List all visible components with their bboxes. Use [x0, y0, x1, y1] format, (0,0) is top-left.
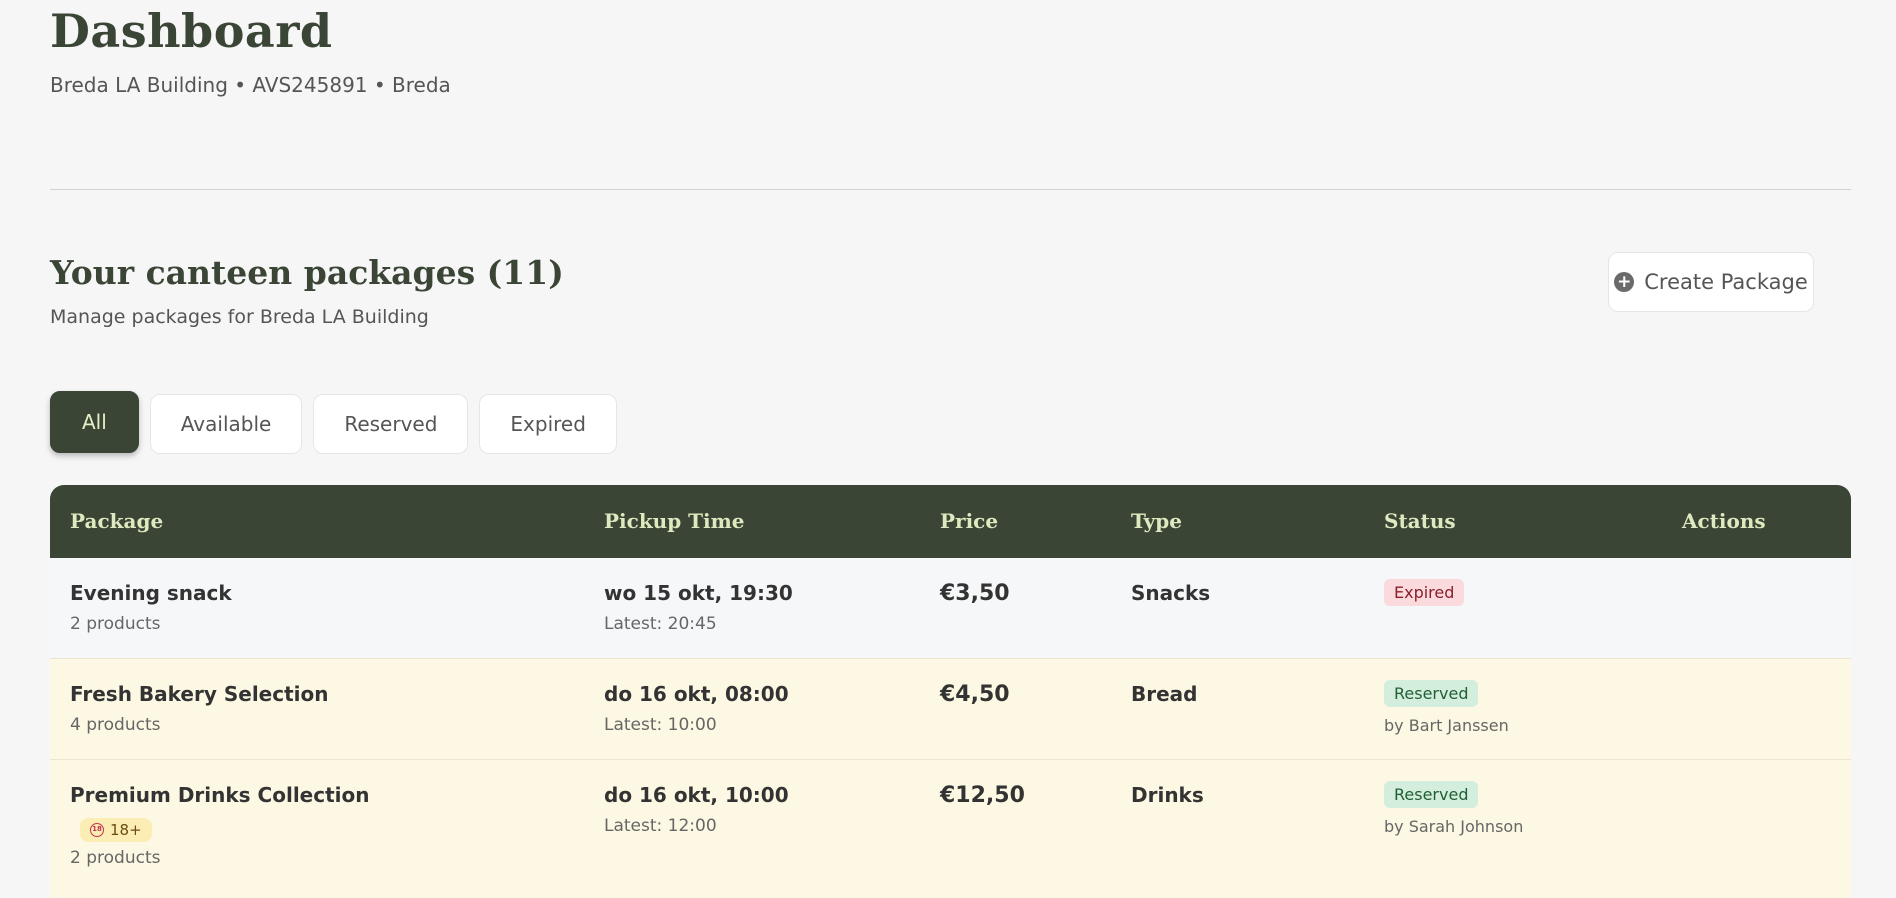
create-package-label: Create Package	[1644, 270, 1808, 294]
pickup-latest: Latest: 12:00	[604, 816, 717, 836]
plus-circle-icon: +	[1614, 272, 1635, 292]
section-subtitle: Manage packages for Breda LA Building	[50, 306, 429, 328]
column-header-type: Type	[1131, 509, 1183, 533]
divider	[50, 189, 1851, 190]
product-count: 4 products	[70, 715, 161, 735]
page: Dashboard Breda LA Building • AVS245891 …	[0, 0, 1896, 898]
price: €12,50	[940, 783, 1025, 808]
pickup-time: wo 15 okt, 19:30	[604, 581, 793, 605]
pickup-latest: Latest: 20:45	[604, 614, 717, 634]
filter-label: All	[82, 410, 107, 434]
status-badge: Reserved	[1384, 680, 1479, 707]
reserved-by: by Sarah Johnson	[1384, 817, 1524, 836]
status-badge: Expired	[1384, 579, 1465, 606]
table-row[interactable]: Evening snack 2 products wo 15 okt, 19:3…	[50, 558, 1851, 659]
reserved-by: by Bart Janssen	[1384, 716, 1509, 735]
filter-label: Reserved	[344, 412, 438, 436]
column-header-status: Status	[1384, 509, 1456, 533]
package-type: Drinks	[1131, 783, 1204, 807]
table-row[interactable]: Fresh Bakery Selection 4 products do 16 …	[50, 659, 1851, 760]
filter-label: Available	[180, 412, 272, 436]
column-header-package: Package	[70, 509, 164, 533]
no-under-18-icon: 18	[90, 823, 104, 837]
product-count: 2 products	[70, 614, 161, 634]
product-count: 2 products	[70, 848, 161, 868]
column-header-pickup-time: Pickup Time	[604, 509, 745, 533]
package-type: Bread	[1131, 682, 1198, 706]
pickup-latest: Latest: 10:00	[604, 715, 717, 735]
create-package-button[interactable]: + Create Package	[1608, 252, 1814, 312]
filter-tabs: All Available Reserved Expired	[50, 391, 617, 454]
status-badge: Reserved	[1384, 781, 1479, 808]
filter-reserved[interactable]: Reserved	[313, 394, 469, 454]
table-header: Package Pickup Time Price Type Status Ac…	[50, 485, 1851, 558]
package-type: Snacks	[1131, 581, 1211, 605]
pickup-time: do 16 okt, 10:00	[604, 783, 789, 807]
table-row[interactable]: Premium Drinks Collection 18 18+ 2 produ…	[50, 760, 1851, 898]
package-name: Premium Drinks Collection	[70, 783, 370, 807]
price: €3,50	[940, 581, 1010, 606]
filter-available[interactable]: Available	[149, 394, 303, 454]
package-name: Evening snack	[70, 581, 232, 605]
filter-expired[interactable]: Expired	[479, 394, 617, 454]
age-restriction-badge: 18 18+	[80, 818, 152, 842]
price: €4,50	[940, 682, 1010, 707]
page-title: Dashboard	[50, 4, 333, 58]
package-name: Fresh Bakery Selection	[70, 682, 329, 706]
section-title: Your canteen packages (11)	[50, 253, 564, 292]
age-restriction-label: 18+	[110, 821, 142, 839]
packages-table: Package Pickup Time Price Type Status Ac…	[50, 485, 1851, 898]
location-subtitle: Breda LA Building • AVS245891 • Breda	[50, 73, 451, 97]
filter-label: Expired	[510, 412, 586, 436]
pickup-time: do 16 okt, 08:00	[604, 682, 789, 706]
column-header-actions: Actions	[1682, 509, 1766, 533]
column-header-price: Price	[940, 509, 999, 533]
filter-all[interactable]: All	[50, 391, 139, 453]
